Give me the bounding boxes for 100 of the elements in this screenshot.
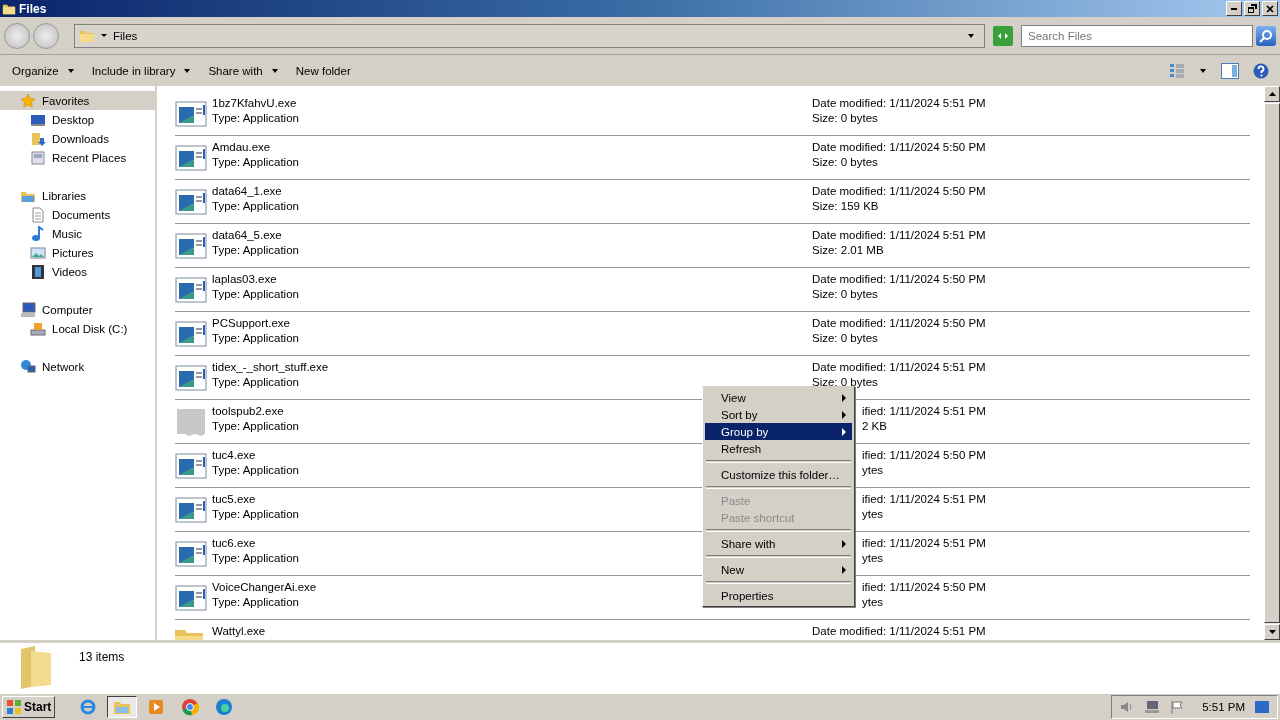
sidebar-item[interactable]: Music bbox=[0, 224, 155, 243]
file-size: Size: 0 bytes bbox=[812, 111, 878, 125]
file-date: ified: 1/11/2024 5:51 PM bbox=[862, 492, 986, 506]
videos-icon bbox=[30, 263, 46, 280]
file-date: Date modified: 1/11/2024 5:50 PM bbox=[812, 184, 986, 198]
downloads-icon bbox=[30, 130, 46, 147]
file-size: ytes bbox=[862, 463, 884, 477]
search-icon[interactable] bbox=[1256, 25, 1276, 46]
close-icon bbox=[1266, 4, 1274, 13]
file-type: Type: Application bbox=[212, 595, 299, 609]
toolbar-button[interactable]: Share with bbox=[200, 60, 286, 81]
sidebar-item[interactable]: Recent Places bbox=[0, 148, 155, 167]
star-icon bbox=[20, 92, 36, 109]
folder-icon bbox=[19, 645, 53, 692]
dropdown-arrow-icon[interactable] bbox=[1200, 68, 1206, 73]
dropdown-arrow-icon bbox=[67, 68, 74, 73]
file-name[interactable]: data64_5.exe bbox=[212, 228, 282, 242]
file-type: Type: Application bbox=[212, 155, 299, 169]
file-type: Type: Application bbox=[212, 419, 299, 433]
item-count: 13 items bbox=[79, 650, 125, 666]
file-date: ified: 1/11/2024 5:50 PM bbox=[862, 580, 986, 594]
sidebar-item[interactable]: Computer bbox=[0, 300, 155, 319]
sidebar-item[interactable]: Pictures bbox=[0, 243, 155, 262]
folder-icon[interactable] bbox=[107, 696, 138, 718]
sidebar-item[interactable]: Libraries bbox=[0, 186, 155, 205]
address-bar[interactable]: Files bbox=[74, 23, 985, 48]
file-type: Type: Application bbox=[212, 331, 299, 345]
file-size: Size: 0 bytes bbox=[812, 375, 878, 389]
file-name[interactable]: Wattyl.exe bbox=[212, 624, 266, 638]
file-name[interactable]: data64_1.exe bbox=[212, 184, 282, 198]
file-name[interactable]: tuc6.exe bbox=[212, 536, 256, 550]
file-date: Date modified: 1/11/2024 5:51 PM bbox=[812, 624, 986, 638]
sidebar-item[interactable]: Videos bbox=[0, 262, 155, 281]
computer-icon bbox=[20, 301, 36, 318]
dropdown-arrow-icon[interactable] bbox=[968, 33, 974, 38]
menu-item[interactable]: New bbox=[705, 561, 852, 578]
scroll-down-icon[interactable] bbox=[1264, 624, 1280, 640]
windows-logo-icon bbox=[6, 699, 22, 715]
menu-item[interactable]: Share with bbox=[705, 535, 852, 552]
file-size: Size: 0 bytes bbox=[812, 155, 878, 169]
sidebar-item[interactable]: Documents bbox=[0, 205, 155, 224]
sidebar-item[interactable]: Network bbox=[0, 357, 155, 376]
file-name[interactable]: 1bz7KfahvU.exe bbox=[212, 96, 297, 110]
help-icon[interactable] bbox=[1253, 62, 1269, 79]
file-size: Size: 0 bytes bbox=[812, 331, 878, 345]
file-size: 2 KB bbox=[862, 419, 887, 433]
refresh-icon[interactable] bbox=[993, 25, 1013, 46]
sidebar-item[interactable]: Favorites bbox=[0, 91, 155, 110]
submenu-arrow-icon bbox=[842, 539, 846, 548]
file-name[interactable]: tidex_-_short_stuff.exe bbox=[212, 360, 329, 374]
menu-item[interactable]: View bbox=[705, 389, 852, 406]
menu-item[interactable]: Refresh bbox=[705, 440, 852, 457]
close-button[interactable] bbox=[1262, 1, 1278, 16]
caret-icon[interactable] bbox=[101, 34, 107, 37]
file-type: Type: Application bbox=[212, 375, 299, 389]
file-date: ified: 1/11/2024 5:50 PM bbox=[862, 448, 986, 462]
start-button[interactable]: Start bbox=[2, 696, 56, 718]
minimize-button[interactable] bbox=[1226, 1, 1242, 16]
toolbar-button[interactable]: Include in library bbox=[83, 60, 199, 81]
search-field[interactable]: Search Files bbox=[1021, 24, 1253, 47]
disk-icon bbox=[30, 320, 46, 337]
menu-item[interactable]: Properties bbox=[705, 587, 852, 604]
toolbar-button[interactable]: New folder bbox=[287, 60, 359, 81]
file-type: Type: Application bbox=[212, 551, 299, 565]
file-size: Size: 159 KB bbox=[812, 199, 879, 213]
submenu-arrow-icon bbox=[842, 565, 846, 574]
menu-item[interactable]: Sort by bbox=[705, 406, 852, 423]
file-size: ytes bbox=[862, 551, 884, 565]
file-size: ytes bbox=[862, 595, 884, 609]
restore-button[interactable] bbox=[1244, 1, 1260, 16]
file-type: Type: Application bbox=[212, 287, 299, 301]
file-date: Date modified: 1/11/2024 5:50 PM bbox=[812, 316, 986, 330]
flag-icon[interactable] bbox=[1170, 700, 1185, 714]
sidebar-item[interactable]: Local Disk (C:) bbox=[0, 319, 155, 338]
network-icon[interactable] bbox=[1144, 700, 1161, 714]
sidebar-item[interactable]: Downloads bbox=[0, 129, 155, 148]
file-name[interactable]: Amdau.exe bbox=[212, 140, 271, 154]
file-name[interactable]: tuc5.exe bbox=[212, 492, 256, 506]
dropdown-arrow-icon bbox=[271, 68, 278, 73]
pictures-icon bbox=[30, 244, 46, 261]
music-icon bbox=[30, 225, 46, 242]
file-name[interactable]: laplas03.exe bbox=[212, 272, 277, 286]
file-date: Date modified: 1/11/2024 5:50 PM bbox=[812, 140, 986, 154]
file-name[interactable]: VoiceChangerAi.exe bbox=[212, 580, 317, 594]
sidebar-item[interactable]: Desktop bbox=[0, 110, 155, 129]
menu-item[interactable]: Group by bbox=[705, 423, 852, 440]
file-name[interactable]: tuc4.exe bbox=[212, 448, 256, 462]
minimize-icon bbox=[1231, 7, 1237, 10]
clock[interactable]: 5:51 PM bbox=[1202, 701, 1245, 713]
file-name[interactable]: PCSupport.exe bbox=[212, 316, 290, 330]
file-date: Date modified: 1/11/2024 5:51 PM bbox=[812, 360, 986, 374]
file-type: Type: Application bbox=[212, 463, 299, 477]
preview-pane-icon[interactable] bbox=[1221, 62, 1239, 79]
scroll-up-icon[interactable] bbox=[1264, 86, 1280, 102]
file-name[interactable]: toolspub2.exe bbox=[212, 404, 284, 418]
menu-item[interactable]: Customize this folder… bbox=[705, 466, 852, 483]
file-type: Type: Application bbox=[212, 111, 299, 125]
network-icon bbox=[20, 358, 36, 375]
file-date: Date modified: 1/11/2024 5:51 PM bbox=[812, 228, 986, 242]
toolbar-button[interactable]: Organize bbox=[4, 60, 82, 81]
